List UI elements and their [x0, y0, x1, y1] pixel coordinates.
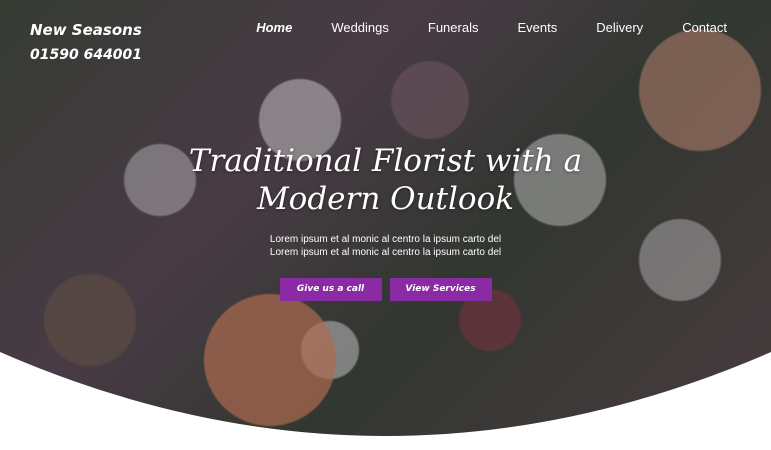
- hero-section: New Seasons 01590 644001 Home Weddings F…: [0, 0, 771, 450]
- curve-shape: [0, 352, 771, 450]
- bottom-curve: [0, 352, 771, 450]
